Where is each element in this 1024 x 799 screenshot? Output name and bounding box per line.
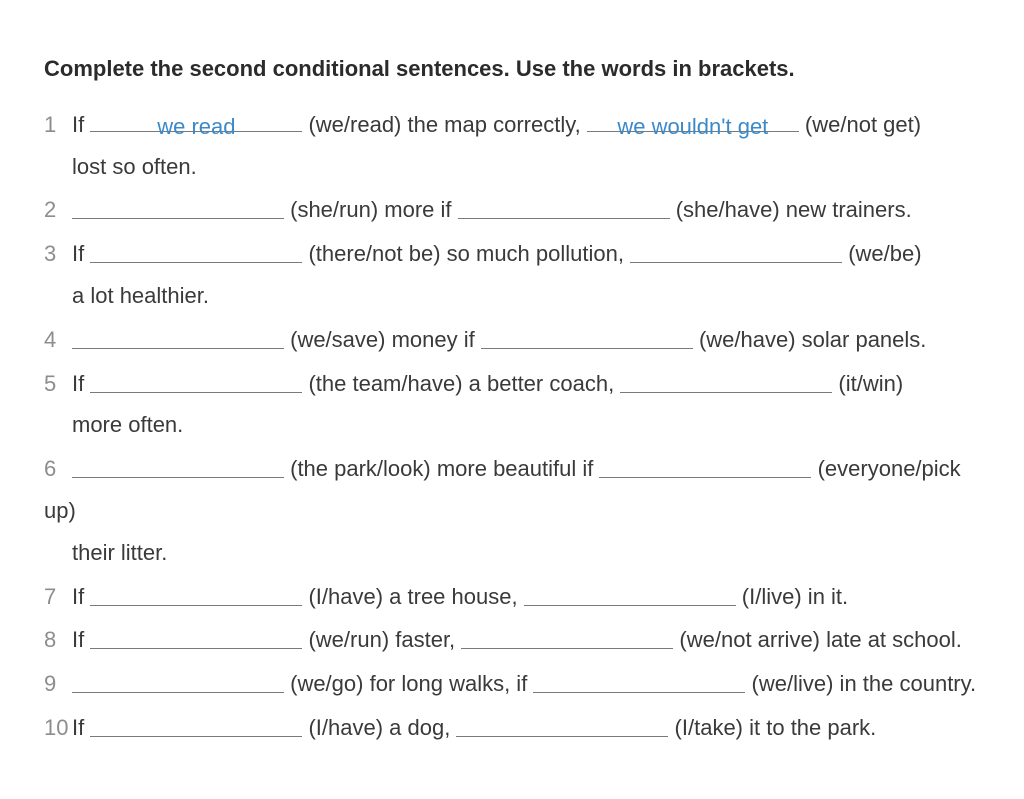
item-number: 6 (44, 448, 72, 490)
exercise-item: 3If (there/not be) so much pollution, (w… (44, 233, 980, 317)
answer-blank[interactable] (481, 322, 693, 348)
hint-text: (the park/look) more beautiful if (284, 456, 599, 481)
answer-blank[interactable] (90, 623, 302, 649)
exercise-item: 10If (I/have) a dog, (I/take) it to the … (44, 707, 980, 749)
text-segment: If (72, 241, 90, 266)
item-number: 10 (44, 707, 72, 749)
hint-text: (we/live) in the country. (745, 671, 976, 696)
hint-text: (we/read) the map correctly, (302, 112, 586, 137)
text-segment: If (72, 584, 90, 609)
sentence-line: (we/save) money if (we/have) solar panel… (72, 327, 926, 352)
answer-blank[interactable] (524, 579, 736, 605)
answer-blank[interactable] (533, 667, 745, 693)
continuation-text: lost so often. (72, 146, 980, 188)
hint-text: (we/go) for long walks, if (284, 671, 533, 696)
hint-text: (it/win) (832, 371, 903, 396)
item-number: 2 (44, 189, 72, 231)
item-number: 4 (44, 319, 72, 361)
item-number: 9 (44, 663, 72, 705)
hint-text: (there/not be) so much pollution, (302, 241, 630, 266)
sentence-line: If (the team/have) a better coach, (it/w… (72, 371, 903, 396)
text-segment: If (72, 627, 90, 652)
sentence-line: If we read (we/read) the map correctly, … (72, 112, 921, 137)
answer-blank[interactable]: we wouldn't get (587, 106, 799, 132)
exercise-item: 2 (she/run) more if (she/have) new train… (44, 189, 980, 231)
hint-text: (she/run) more if (284, 197, 458, 222)
hint-text: (we/run) faster, (302, 627, 461, 652)
hint-text: (I/take) it to the park. (668, 715, 876, 740)
answer-blank[interactable] (599, 452, 811, 478)
exercise-item: 9 (we/go) for long walks, if (we/live) i… (44, 663, 980, 705)
sentence-line: (she/run) more if (she/have) new trainer… (72, 197, 912, 222)
hint-text: (I/have) a dog, (302, 715, 456, 740)
continuation-text: their litter. (72, 532, 980, 574)
answer-blank[interactable] (620, 366, 832, 392)
item-number: 1 (44, 104, 72, 146)
continuation-text: a lot healthier. (72, 275, 980, 317)
text-segment: If (72, 112, 90, 137)
hint-text: (we/save) money if (284, 327, 481, 352)
answer-blank[interactable] (72, 322, 284, 348)
answer-blank[interactable] (90, 366, 302, 392)
answer-blank[interactable] (72, 452, 284, 478)
item-number: 3 (44, 233, 72, 275)
answer-blank[interactable] (90, 711, 302, 737)
hint-text: (we/not get) (799, 112, 921, 137)
answer-blank[interactable] (461, 623, 673, 649)
answer-blank[interactable] (72, 193, 284, 219)
exercise-title: Complete the second conditional sentence… (44, 48, 980, 90)
exercise-item: 8If (we/run) faster, (we/not arrive) lat… (44, 619, 980, 661)
item-number: 7 (44, 576, 72, 618)
sentence-line: If (there/not be) so much pollution, (we… (72, 241, 922, 266)
hint-text: (I/live) in it. (736, 584, 848, 609)
sentence-line: (we/go) for long walks, if (we/live) in … (72, 671, 976, 696)
hint-text: (I/have) a tree house, (302, 584, 523, 609)
sentence-line: (the park/look) more beautiful if (every… (44, 456, 961, 523)
answer-blank[interactable] (90, 579, 302, 605)
exercise-item: 7If (I/have) a tree house, (I/live) in i… (44, 576, 980, 618)
sentence-line: If (I/have) a dog, (I/take) it to the pa… (72, 715, 876, 740)
answer-blank[interactable] (630, 237, 842, 263)
hint-text: (we/not arrive) late at school. (673, 627, 962, 652)
text-segment: If (72, 371, 90, 396)
hint-text: (we/have) solar panels. (693, 327, 927, 352)
exercise-item: 1If we read (we/read) the map correctly,… (44, 104, 980, 188)
hint-text: (the team/have) a better coach, (302, 371, 620, 396)
exercise-item: 5If (the team/have) a better coach, (it/… (44, 363, 980, 447)
exercise-list: 1If we read (we/read) the map correctly,… (44, 104, 980, 749)
text-segment: If (72, 715, 90, 740)
answer-blank[interactable] (456, 711, 668, 737)
answer-blank[interactable] (72, 667, 284, 693)
hint-text: (we/be) (842, 241, 921, 266)
sentence-line: If (we/run) faster, (we/not arrive) late… (72, 627, 962, 652)
continuation-text: more often. (72, 404, 980, 446)
item-number: 5 (44, 363, 72, 405)
answer-blank[interactable] (90, 237, 302, 263)
exercise-item: 4 (we/save) money if (we/have) solar pan… (44, 319, 980, 361)
answer-blank[interactable] (458, 193, 670, 219)
item-number: 8 (44, 619, 72, 661)
hint-text: (she/have) new trainers. (670, 197, 912, 222)
sentence-line: If (I/have) a tree house, (I/live) in it… (72, 584, 848, 609)
exercise-item: 6 (the park/look) more beautiful if (eve… (44, 448, 980, 573)
answer-blank[interactable]: we read (90, 106, 302, 132)
